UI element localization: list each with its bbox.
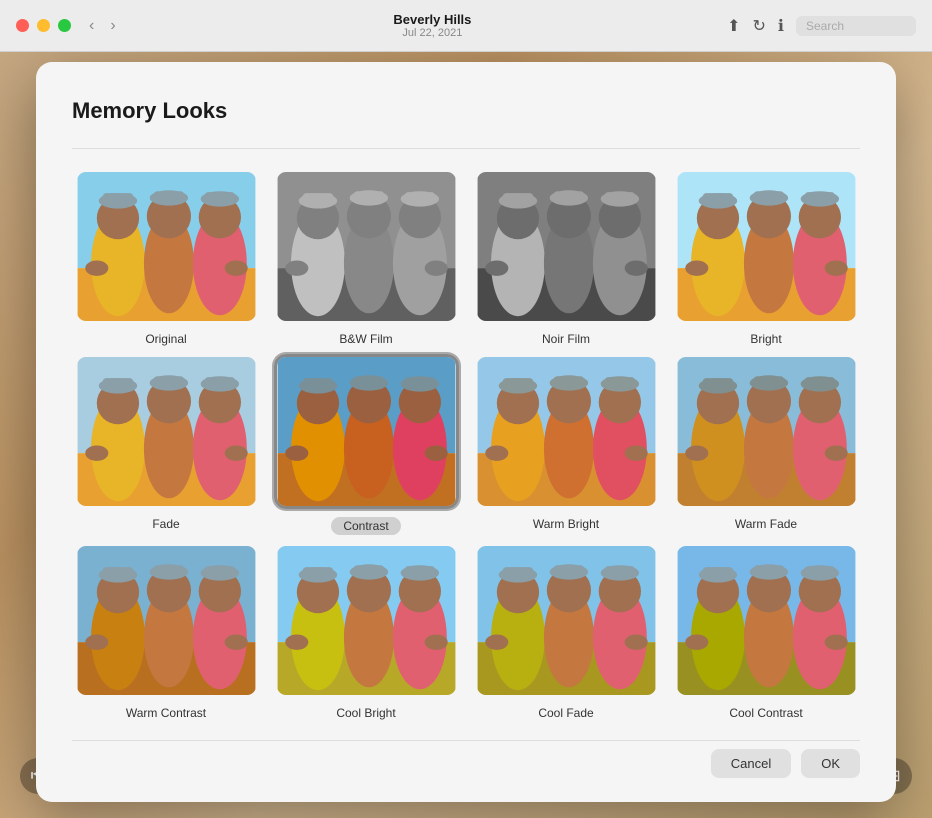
divider (72, 148, 860, 149)
look-thumb-bright[interactable] (674, 169, 859, 324)
look-label-warm-bright: Warm Bright (533, 517, 599, 531)
look-label-fade: Fade (152, 517, 179, 531)
look-thumb-warm-contrast[interactable] (74, 543, 259, 698)
look-item-cool-bright[interactable]: Cool Bright (272, 543, 460, 720)
cancel-button[interactable]: Cancel (711, 749, 791, 778)
nav-arrows: ‹ › (83, 15, 122, 37)
look-thumb-cool-bright[interactable] (274, 543, 459, 698)
look-label-cool-contrast: Cool Contrast (729, 706, 802, 720)
look-label-bw-film: B&W Film (339, 332, 392, 346)
minimize-button[interactable] (37, 19, 50, 32)
look-label-badge-contrast: Contrast (331, 517, 400, 535)
look-item-bw-film[interactable]: B&W Film (272, 169, 460, 346)
look-thumb-warm-bright[interactable] (474, 354, 659, 509)
look-label-cool-bright: Cool Bright (336, 706, 395, 720)
window-subtitle: Jul 22, 2021 (138, 27, 727, 39)
look-thumb-original[interactable] (74, 169, 259, 324)
look-item-cool-fade[interactable]: Cool Fade (472, 543, 660, 720)
look-thumb-cool-contrast[interactable] (674, 543, 859, 698)
rotate-icon[interactable]: ↻ (753, 16, 766, 36)
look-label-warm-fade: Warm Fade (735, 517, 797, 531)
look-thumb-cool-fade[interactable] (474, 543, 659, 698)
close-button[interactable] (16, 19, 29, 32)
look-thumb-warm-fade[interactable] (674, 354, 859, 509)
look-thumb-noir-film[interactable] (474, 169, 659, 324)
forward-arrow[interactable]: › (104, 15, 121, 37)
looks-grid: Original (72, 169, 860, 720)
look-label-original: Original (145, 332, 186, 346)
look-label-bright: Bright (750, 332, 781, 346)
look-item-warm-fade[interactable]: Warm Fade (672, 354, 860, 535)
look-label-noir-film: Noir Film (542, 332, 590, 346)
search-placeholder: Search (806, 19, 844, 33)
modal-footer: Cancel OK (72, 740, 860, 778)
titlebar: ‹ › Beverly Hills Jul 22, 2021 ⬆ ↻ ℹ Sea… (0, 0, 932, 52)
dialog-title: Memory Looks (72, 98, 860, 124)
look-thumb-bw-film[interactable] (274, 169, 459, 324)
look-item-bright[interactable]: Bright (672, 169, 860, 346)
look-item-warm-contrast[interactable]: Warm Contrast (72, 543, 260, 720)
window-title: Beverly Hills (138, 12, 727, 27)
info-icon[interactable]: ℹ (778, 16, 784, 36)
back-arrow[interactable]: ‹ (83, 15, 100, 37)
look-thumb-fade[interactable] (74, 354, 259, 509)
look-label-warm-contrast: Warm Contrast (126, 706, 206, 720)
title-center: Beverly Hills Jul 22, 2021 (138, 12, 727, 39)
traffic-lights (16, 19, 71, 32)
look-item-warm-bright[interactable]: Warm Bright (472, 354, 660, 535)
look-item-noir-film[interactable]: Noir Film (472, 169, 660, 346)
look-item-original[interactable]: Original (72, 169, 260, 346)
search-input[interactable]: Search (796, 16, 916, 36)
look-label-cool-fade: Cool Fade (538, 706, 593, 720)
look-item-cool-contrast[interactable]: Cool Contrast (672, 543, 860, 720)
fullscreen-button[interactable] (58, 19, 71, 32)
toolbar-right: ⬆ ↻ ℹ Search (727, 16, 916, 36)
memory-looks-dialog: Memory Looks (36, 62, 896, 802)
look-thumb-contrast[interactable] (274, 354, 459, 509)
look-item-contrast[interactable]: Contrast (272, 354, 460, 535)
ok-button[interactable]: OK (801, 749, 860, 778)
share-icon[interactable]: ⬆ (727, 16, 740, 36)
look-item-fade[interactable]: Fade (72, 354, 260, 535)
